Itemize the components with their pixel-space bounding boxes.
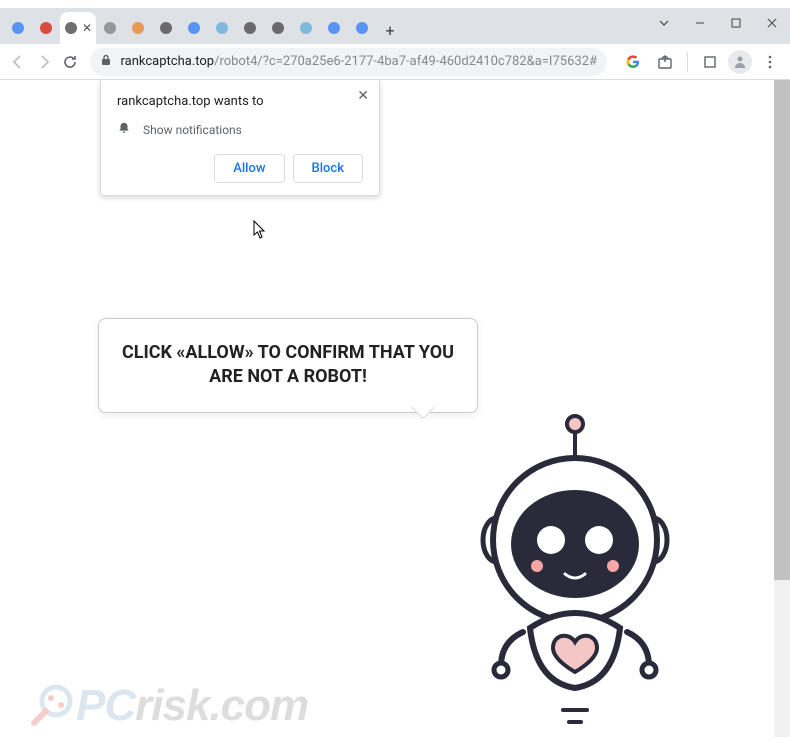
browser-tab[interactable] — [180, 12, 208, 44]
back-button[interactable] — [6, 48, 30, 76]
menu-icon[interactable] — [756, 48, 784, 76]
tab-close-button[interactable]: ✕ — [82, 21, 92, 35]
scrollbar-thumb[interactable] — [774, 80, 790, 580]
captcha-text: CLICK «ALLOW» TO CONFIRM THAT YOU ARE NO… — [122, 342, 454, 387]
profile-avatar[interactable] — [728, 50, 752, 74]
popup-close-button[interactable]: ✕ — [357, 88, 369, 104]
reload-button[interactable] — [58, 48, 82, 76]
browser-tab[interactable] — [32, 12, 60, 44]
popup-permission-label: Show notifications — [143, 123, 242, 137]
browser-tab[interactable] — [264, 12, 292, 44]
browser-tab[interactable] — [320, 12, 348, 44]
captcha-speech-bubble: CLICK «ALLOW» TO CONFIRM THAT YOU ARE NO… — [98, 318, 478, 413]
tab-favicon-icon — [242, 20, 258, 36]
window-maximize-button[interactable] — [718, 8, 754, 38]
tab-favicon-icon — [102, 20, 118, 36]
browser-tab[interactable] — [348, 12, 376, 44]
browser-tab[interactable] — [152, 12, 180, 44]
tab-favicon-icon — [298, 20, 314, 36]
window-close-button[interactable] — [754, 8, 790, 38]
browser-tab[interactable] — [292, 12, 320, 44]
tab-favicon-icon — [214, 20, 230, 36]
browser-toolbar: rankcaptcha.top/robot4/?c=270a25e6-2177-… — [0, 44, 790, 80]
browser-tab[interactable] — [4, 12, 32, 44]
toolbar-right — [619, 48, 784, 76]
forward-button[interactable] — [32, 48, 56, 76]
block-button[interactable]: Block — [293, 154, 363, 183]
window-minimize-button[interactable] — [682, 8, 718, 38]
allow-button[interactable]: Allow — [214, 154, 284, 183]
tab-favicon-icon — [270, 20, 286, 36]
url-text: rankcaptcha.top/robot4/?c=270a25e6-2177-… — [120, 54, 597, 69]
new-tab-button[interactable]: + — [376, 16, 404, 44]
divider — [687, 52, 688, 72]
address-bar[interactable]: rankcaptcha.top/robot4/?c=270a25e6-2177-… — [90, 48, 607, 76]
browser-tab[interactable] — [124, 12, 152, 44]
popup-permission-row: Show notifications — [117, 121, 363, 138]
tab-favicon-icon — [38, 20, 54, 36]
extensions-icon[interactable] — [696, 48, 724, 76]
tab-favicon-icon — [64, 20, 78, 36]
tab-strip: ✕ + — [0, 8, 790, 44]
window-controls — [646, 8, 790, 38]
browser-tab[interactable] — [236, 12, 264, 44]
scrollbar-track[interactable] — [774, 80, 790, 737]
window-titlebar — [0, 0, 790, 8]
tab-favicon-icon — [158, 20, 174, 36]
pcrisk-watermark: PCrisk.com — [28, 681, 308, 731]
tab-favicon-icon — [186, 20, 202, 36]
browser-tab[interactable]: ✕ — [60, 12, 96, 44]
tab-favicon-icon — [354, 20, 370, 36]
notification-permission-popup: ✕ rankcaptcha.top wants to Show notifica… — [100, 80, 380, 196]
page-content: ✕ rankcaptcha.top wants to Show notifica… — [0, 80, 790, 737]
browser-tab[interactable] — [96, 12, 124, 44]
robot-image — [445, 410, 705, 730]
magnifier-icon — [28, 683, 74, 729]
mouse-cursor-icon — [253, 220, 267, 244]
watermark-text: PCrisk.com — [76, 681, 308, 731]
tab-favicon-icon — [326, 20, 342, 36]
bell-icon — [117, 121, 131, 138]
share-icon[interactable] — [651, 48, 679, 76]
browser-tab[interactable] — [208, 12, 236, 44]
popup-title: rankcaptcha.top wants to — [117, 94, 363, 109]
google-search-icon[interactable] — [619, 48, 647, 76]
lock-icon — [100, 54, 112, 69]
window-dropdown-icon[interactable] — [646, 8, 682, 38]
tab-favicon-icon — [10, 20, 26, 36]
tab-favicon-icon — [130, 20, 146, 36]
